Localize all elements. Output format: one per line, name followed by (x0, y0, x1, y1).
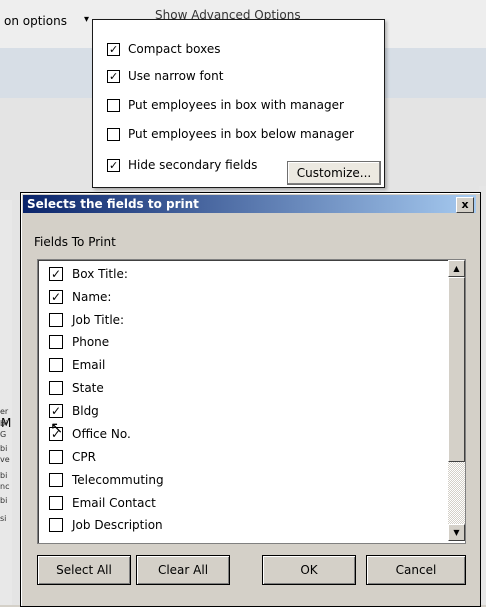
field-label: Email Contact (72, 496, 156, 510)
list-item[interactable]: State (49, 377, 104, 399)
customize-button[interactable]: Customize... (287, 161, 381, 185)
field-checkbox[interactable]: ✓ (49, 404, 63, 418)
hide-secondary-fields-option[interactable]: ✓ Hide secondary fields (107, 155, 257, 175)
background-snippet: bi (0, 496, 8, 505)
fields-to-print-dialog: Selects the fields to print x Fields To … (20, 192, 481, 607)
field-label: Job Description (72, 518, 163, 532)
background-snippet: bi (0, 444, 8, 453)
background-snippet: bi (0, 471, 8, 480)
background-snippet: nc (0, 482, 10, 491)
option-label: Hide secondary fields (128, 158, 258, 172)
check-icon: ✓ (51, 404, 62, 418)
field-checkbox[interactable] (49, 518, 63, 532)
list-item[interactable]: Job Description (49, 514, 163, 536)
field-label: State (72, 381, 104, 395)
scroll-thumb[interactable] (448, 277, 465, 462)
scroll-down-button[interactable]: ▼ (448, 524, 465, 541)
check-icon: ✓ (109, 158, 119, 172)
field-checkbox[interactable] (49, 335, 63, 349)
check-icon: ✓ (109, 42, 119, 56)
scroll-up-button[interactable]: ▲ (448, 260, 465, 277)
field-checkbox[interactable] (49, 473, 63, 487)
select-all-button[interactable]: Select All (37, 555, 131, 585)
background-left-strip: M er bi G bi ve bi nc bi si (0, 200, 12, 605)
list-item[interactable]: ✓ Box Title: (49, 263, 128, 285)
check-icon: ✓ (51, 290, 62, 304)
list-item[interactable]: ✓ Name: (49, 286, 111, 308)
triangle-up-icon: ▲ (453, 264, 460, 273)
box-with-manager-checkbox[interactable] (107, 98, 120, 112)
close-icon: x (461, 198, 469, 211)
options-tab[interactable]: on options (0, 14, 71, 28)
dialog-title: Selects the fields to print (27, 197, 199, 211)
field-checkbox[interactable]: ✓ (49, 290, 63, 304)
list-scrollbar[interactable]: ▲ ▼ (448, 260, 465, 541)
list-item[interactable]: Phone (49, 331, 109, 353)
field-label: Job Title: (72, 313, 125, 327)
options-dropdown: ✓ Compact boxes ✓ Use narrow font Put em… (92, 19, 385, 188)
field-label: Telecommuting (72, 473, 164, 487)
cancel-button[interactable]: Cancel (366, 555, 466, 585)
field-label: Email (72, 358, 106, 372)
background-snippet: G (0, 430, 7, 439)
field-label: CPR (72, 450, 96, 464)
box-with-manager-option[interactable]: Put employees in box with manager (107, 95, 344, 115)
option-label: Put employees in box with manager (128, 98, 344, 112)
check-icon: ✓ (109, 69, 119, 83)
list-item[interactable]: Email (49, 354, 105, 376)
background-snippet: si (0, 514, 7, 523)
box-below-manager-option[interactable]: Put employees in box below manager (107, 124, 354, 144)
list-item[interactable]: Telecommuting (49, 469, 164, 491)
field-checkbox[interactable]: ✓ (49, 267, 63, 281)
field-label: Name: (72, 290, 112, 304)
box-below-manager-checkbox[interactable] (107, 127, 120, 141)
list-item[interactable]: Email Contact (49, 492, 156, 514)
triangle-down-icon: ▼ (453, 528, 460, 537)
check-icon: ✓ (51, 267, 62, 281)
mouse-pointer-icon: ↖ (50, 418, 64, 437)
background-snippet: ve (0, 455, 10, 464)
field-checkbox[interactable] (49, 313, 63, 327)
close-button[interactable]: x (456, 197, 474, 213)
field-label: Office No. (72, 427, 131, 441)
list-item[interactable]: CPR (49, 446, 96, 468)
field-checkbox[interactable] (49, 358, 63, 372)
background-snippet: bi (0, 419, 8, 428)
compact-boxes-checkbox[interactable]: ✓ (107, 42, 120, 56)
option-label: Put employees in box below manager (128, 127, 354, 141)
list-item[interactable]: Job Title: (49, 309, 124, 331)
field-label: Bldg (72, 404, 99, 418)
compact-boxes-option[interactable]: ✓ Compact boxes (107, 39, 220, 59)
narrow-font-option[interactable]: ✓ Use narrow font (107, 66, 223, 86)
option-label: Compact boxes (128, 42, 221, 56)
field-label: Box Title: (72, 267, 128, 281)
field-checkbox[interactable] (49, 450, 63, 464)
narrow-font-checkbox[interactable]: ✓ (107, 69, 120, 83)
hide-secondary-fields-checkbox[interactable]: ✓ (107, 158, 120, 172)
field-checkbox[interactable] (49, 381, 63, 395)
ok-button[interactable]: OK (262, 555, 356, 585)
dialog-titlebar[interactable]: Selects the fields to print x (23, 195, 476, 213)
background-snippet: er (0, 407, 9, 416)
option-label: Use narrow font (128, 69, 224, 83)
field-label: Phone (72, 335, 110, 349)
field-checkbox[interactable] (49, 496, 63, 510)
clear-all-button[interactable]: Clear All (136, 555, 230, 585)
fields-list[interactable]: ✓ Box Title: ✓ Name: Job Title: Phone Em… (37, 259, 466, 544)
fields-to-print-label: Fields To Print (34, 235, 116, 249)
chevron-down-icon[interactable]: ▾ (84, 14, 89, 25)
